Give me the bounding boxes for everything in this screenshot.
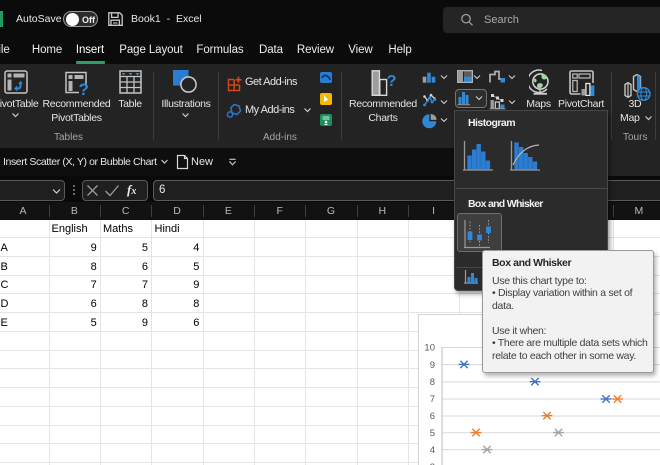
svg-text:?: ? — [387, 73, 397, 90]
svg-text:8: 8 — [430, 377, 435, 388]
svg-text:4: 4 — [430, 445, 435, 456]
svg-text:7: 7 — [430, 394, 435, 405]
svg-text:9: 9 — [430, 360, 435, 371]
svg-text:?: ? — [79, 80, 89, 97]
svg-text:5: 5 — [430, 428, 435, 439]
svg-text:10: 10 — [424, 343, 435, 354]
svg-text:6: 6 — [430, 411, 435, 422]
